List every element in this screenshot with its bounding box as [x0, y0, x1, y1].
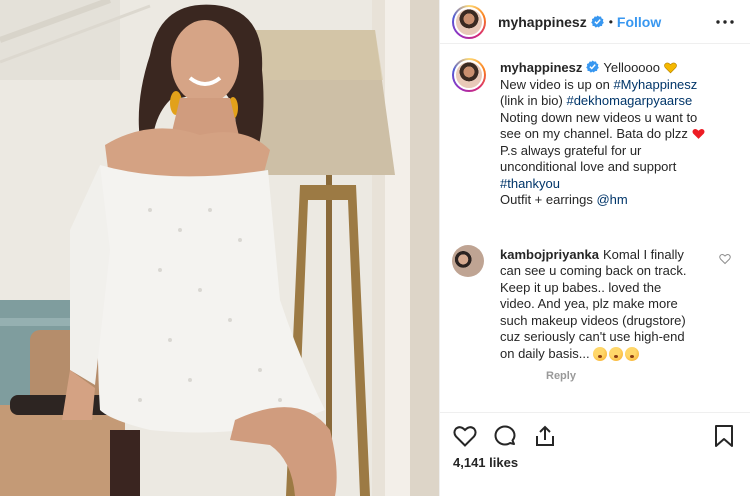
comment-text-last: on daily basis... — [500, 345, 590, 361]
hashtag-myhappinesz[interactable]: #Myhappinesz — [613, 77, 697, 92]
commenter-username[interactable]: kambojpriyanka — [500, 247, 599, 262]
like-count[interactable]: 4,141 likes — [453, 455, 518, 470]
comment-line-2: can see u coming back on track. — [500, 263, 687, 278]
hashtag-thankyou[interactable]: #thankyou — [500, 176, 730, 193]
follow-button[interactable]: Follow — [617, 14, 661, 30]
caption-text-new-video: New video is up on — [500, 76, 614, 92]
author-avatar[interactable] — [452, 4, 486, 39]
action-bar — [440, 412, 750, 458]
caption-text-outfit: Outfit + earrings — [500, 192, 597, 207]
comment-like-heart-icon[interactable] — [719, 253, 731, 265]
emoji-face-icon — [609, 346, 624, 361]
comment-line-6: cuz seriously can't use high-end — [500, 329, 685, 344]
comment-line-3: Keep it up babes.. loved the — [500, 279, 662, 295]
red-heart-emoji-icon — [692, 128, 705, 139]
caption-line-5: see on my channel. Bata do plzz — [500, 126, 730, 143]
comment-icon-graphic — [494, 425, 516, 445]
author-username[interactable]: myhappinesz — [498, 14, 587, 30]
more-options-dots — [716, 19, 734, 24]
caption-username[interactable]: myhappinesz — [500, 60, 582, 75]
post-side-panel: myhappinesz • Follow myhappinesz Yelloooo… — [439, 0, 750, 496]
caption-line-7: unconditional love and support — [500, 159, 677, 174]
comment-line-1: kambojpriyanka Komal I finally — [500, 247, 720, 264]
caption: myhappinesz Yellooooo New video is up on … — [452, 58, 737, 209]
comment-icon[interactable] — [492, 423, 518, 449]
commenter-avatar[interactable] — [452, 244, 484, 277]
post-header: myhappinesz • Follow — [440, 0, 750, 44]
more-options-icon[interactable] — [713, 10, 737, 34]
share-icon[interactable] — [532, 423, 558, 449]
author-avatar-image — [454, 6, 484, 37]
caption-text-bata-do: see on my channel. Bata do plzz — [500, 126, 688, 141]
emoji-face-icon — [593, 346, 608, 361]
share-icon-graphic — [536, 425, 554, 446]
reply-button[interactable]: Reply — [546, 370, 737, 382]
caption-text: myhappinesz Yellooooo New video is up on … — [500, 60, 730, 209]
caption-line-4: Noting down new videos u want to — [500, 109, 698, 125]
comment-line-5: such makeup videos (drugstore) — [500, 312, 686, 328]
post-photo-illustration — [0, 0, 439, 496]
caption-line-6: P.s always grateful for ur — [500, 142, 642, 158]
bookmark-icon-graphic — [715, 424, 733, 447]
post-photo[interactable] — [0, 0, 439, 496]
heart-icon-graphic — [453, 425, 477, 447]
caption-line-3: (link in bio) #dekhomagarpyaarse — [500, 93, 730, 110]
comment: kambojpriyanka Komal I finally can see u … — [452, 244, 737, 363]
caption-line-2: New video is up on #Myhappinesz — [500, 77, 730, 94]
bookmark-icon[interactable] — [711, 423, 737, 449]
comment-text: kambojpriyanka Komal I finally can see u … — [500, 247, 720, 363]
caption-line-1: myhappinesz Yellooooo — [500, 60, 730, 77]
comments-area[interactable]: myhappinesz Yellooooo New video is up on … — [440, 58, 750, 415]
comment-line-4: video. And yea, plz make more — [500, 296, 678, 311]
separator-dot: • — [608, 14, 613, 29]
yellow-heart-emoji-icon — [663, 62, 677, 74]
caption-avatar[interactable] — [452, 58, 486, 92]
caption-avatar-image — [454, 60, 484, 90]
verified-badge-icon — [586, 60, 600, 73]
hashtag-dekhomagarpyaarse[interactable]: #dekhomagarpyaarse — [566, 93, 692, 108]
caption-line-9: Outfit + earrings @hm — [500, 192, 730, 209]
heart-icon[interactable] — [452, 423, 478, 449]
verified-badge-icon — [590, 15, 604, 28]
caption-greeting: Yellooooo — [603, 60, 660, 75]
comment-line-7: on daily basis... — [500, 346, 720, 363]
caption-text-link-in-bio: (link in bio) — [500, 93, 567, 108]
mention-hm[interactable]: @hm — [596, 192, 627, 207]
emoji-face-icon — [625, 346, 640, 361]
comment-text-first: Komal I finally — [603, 246, 684, 262]
